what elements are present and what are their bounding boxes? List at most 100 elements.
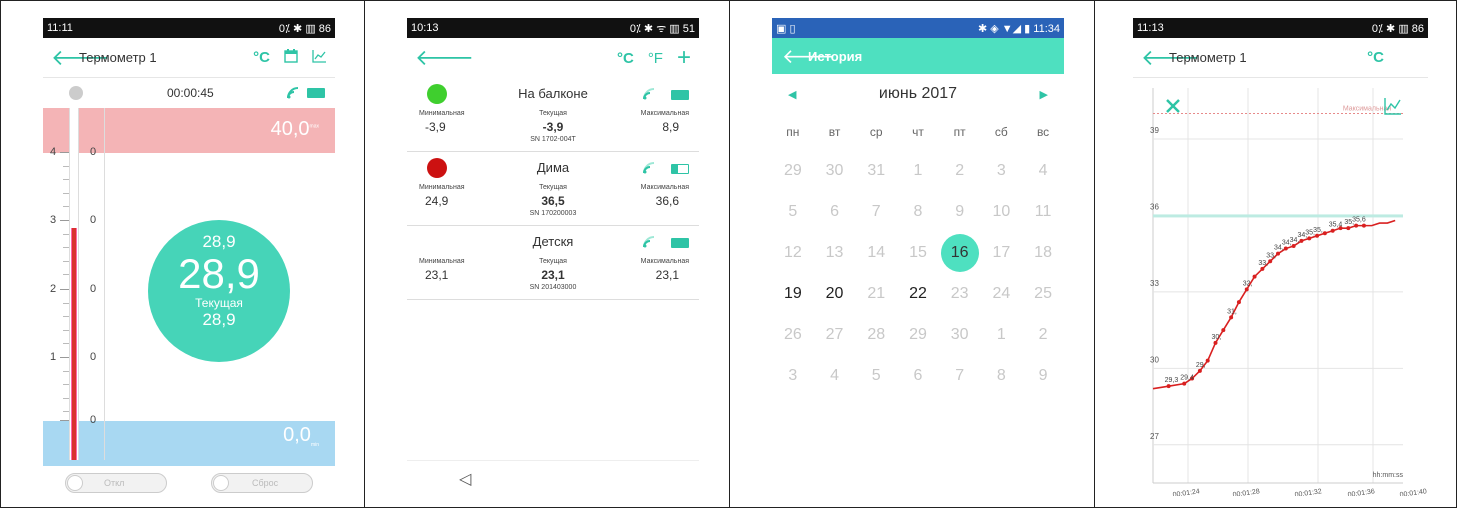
back-arrow-icon[interactable]: 🡐 — [415, 45, 603, 71]
calendar-day[interactable]: 4 — [1022, 150, 1064, 191]
back-arrow-icon[interactable]: 🡐 — [1141, 45, 1200, 71]
calendar-day[interactable]: 2 — [939, 150, 981, 191]
cur-value: -3,9 — [542, 120, 564, 134]
add-icon[interactable]: + — [677, 44, 691, 72]
calendar-day[interactable]: 22 — [897, 273, 939, 314]
x-axis-label: hh:mm:ss — [1373, 472, 1404, 479]
battery-icon — [307, 88, 325, 98]
device-card[interactable]: Детскя Минимальная Текущая Максимальная 23,1… — [407, 226, 699, 300]
data-point — [1330, 228, 1335, 233]
back-arrow-icon[interactable]: 🡐 — [782, 44, 836, 69]
celsius-button[interactable]: °C — [617, 50, 634, 67]
scale-tick — [60, 220, 69, 221]
calendar-day[interactable]: 8 — [897, 191, 939, 232]
x-tick-label: 00:01:24 — [1172, 488, 1200, 496]
calendar-day[interactable]: 28 — [855, 314, 897, 355]
calendar-day[interactable]: 3 — [981, 150, 1023, 191]
data-point — [1260, 266, 1265, 271]
calendar-day[interactable]: 30 — [939, 314, 981, 355]
next-month-icon[interactable]: ▶ — [1040, 88, 1048, 101]
calendar-day[interactable]: 31 — [855, 150, 897, 191]
calendar-day[interactable]: 15 — [897, 232, 939, 273]
calendar-day[interactable]: 5 — [855, 355, 897, 396]
scale-tick — [60, 289, 69, 290]
signal-icon — [643, 162, 657, 176]
scale-major-label: 3 — [50, 214, 57, 226]
battery-icon — [671, 164, 689, 174]
calendar-day[interactable]: 6 — [897, 355, 939, 396]
max-value: 23,1 — [655, 268, 679, 282]
calendar-day[interactable]: 19 — [772, 273, 814, 314]
scale-minor-tick — [63, 343, 69, 344]
scale-minor-tick — [63, 247, 69, 248]
calendar-day[interactable]: 8 — [981, 355, 1023, 396]
calendar-day[interactable]: 12 — [772, 232, 814, 273]
calendar-day[interactable]: 5 — [772, 191, 814, 232]
calendar-day[interactable]: 10 — [981, 191, 1023, 232]
status-time: 10:13 — [411, 22, 439, 34]
calendar-day[interactable]: 7 — [855, 191, 897, 232]
toolbar: 🡐 °C °F + — [407, 38, 699, 78]
data-point — [1244, 287, 1249, 292]
calendar-icon[interactable] — [284, 48, 298, 67]
calendar-day[interactable]: 1 — [981, 314, 1023, 355]
calendar-day[interactable]: 13 — [814, 232, 856, 273]
data-point — [1236, 300, 1241, 305]
back-arrow-icon[interactable]: 🡐 — [51, 45, 110, 71]
calendar-day[interactable]: 1 — [897, 150, 939, 191]
toolbar: 🡐 Термометр 1 °C — [1133, 38, 1428, 78]
signal-icon — [287, 86, 301, 104]
calendar-day[interactable]: 2 — [1022, 314, 1064, 355]
circle-label: Текущая — [195, 296, 243, 310]
calendar-day[interactable]: 25 — [1022, 273, 1064, 314]
calendar-day[interactable]: 17 — [981, 232, 1023, 273]
point-label: 35,4 — [1329, 222, 1343, 229]
prev-month-icon[interactable]: ◀ — [788, 88, 796, 101]
calendar-day[interactable]: 30 — [814, 150, 856, 191]
calendar-day[interactable]: 26 — [772, 314, 814, 355]
scale-minor-label: 0 — [90, 351, 97, 363]
celsius-icon[interactable]: °C — [253, 49, 270, 66]
toolbar: 🡐 Термометр 1 °C — [43, 38, 335, 78]
scale-tick — [60, 420, 69, 421]
screen-history: ▣ ▯ ✱ ◈ ▼◢ ▮ 11:34 🡐 История ◀ июнь 2017… — [730, 0, 1095, 508]
calendar-day[interactable]: 16 — [939, 232, 981, 273]
weekday-label: вт — [828, 125, 841, 139]
fahrenheit-button[interactable]: °F — [648, 50, 663, 67]
calendar-day[interactable]: 6 — [814, 191, 856, 232]
scale-minor-tick — [63, 192, 69, 194]
calendar-day[interactable]: 27 — [814, 314, 856, 355]
calendar-day[interactable]: 3 — [772, 355, 814, 396]
weekday-label: чт — [912, 125, 924, 139]
calendar-day[interactable]: 29 — [897, 314, 939, 355]
status-left-icons: ▣ ▯ — [776, 22, 796, 35]
point-label: 32, — [1243, 280, 1253, 287]
off-toggle[interactable]: Откл — [65, 473, 167, 493]
scale-minor-label: 0 — [90, 214, 97, 226]
reset-toggle[interactable]: Сброс — [211, 473, 313, 493]
celsius-icon[interactable]: °C — [1367, 49, 1384, 66]
calendar-day[interactable]: 9 — [939, 191, 981, 232]
device-card[interactable]: Дима Минимальная Текущая Максимальная 24,9 36… — [407, 152, 699, 226]
phone-2: 10:13 0⁒ ✱ ᯤ ▥ 51 🡐 °C °F + На балконе Ми… — [407, 18, 699, 496]
calendar-day[interactable]: 24 — [981, 273, 1023, 314]
temperature-chart[interactable]: 27 30 33 36 39 Максимальная 29,3 29,429, 30, 31, 3… — [1133, 78, 1428, 496]
calendar-day[interactable]: 20 — [814, 273, 856, 314]
calendar-day[interactable]: 23 — [939, 273, 981, 314]
calendar-day[interactable]: 14 — [855, 232, 897, 273]
calendar-day[interactable]: 18 — [1022, 232, 1064, 273]
calendar-day[interactable]: 4 — [814, 355, 856, 396]
scale-tick — [60, 357, 69, 358]
scale-column: 4 0 3 0 2 0 1 0 0 — [43, 108, 105, 460]
x-tick-label: 00:01:36 — [1347, 488, 1375, 496]
calendar-week: 5 6 7 8 9 10 11 — [772, 191, 1064, 232]
nav-back-icon[interactable]: ◁ — [459, 469, 471, 489]
device-card[interactable]: На балконе Минимальная Текущая Максимальная… — [407, 78, 699, 152]
calendar-day[interactable]: 29 — [772, 150, 814, 191]
calendar-day[interactable]: 11 — [1022, 191, 1064, 232]
phone-3: ▣ ▯ ✱ ◈ ▼◢ ▮ 11:34 🡐 История ◀ июнь 2017… — [772, 18, 1064, 496]
chart-icon[interactable] — [312, 49, 327, 67]
calendar-day[interactable]: 21 — [855, 273, 897, 314]
calendar-day[interactable]: 7 — [939, 355, 981, 396]
calendar-day[interactable]: 9 — [1022, 355, 1064, 396]
